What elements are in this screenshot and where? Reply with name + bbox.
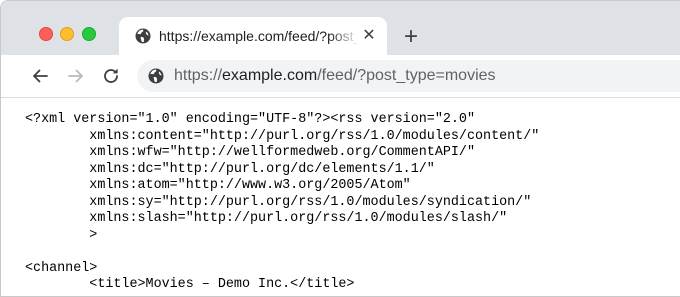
zoom-window-button[interactable] (82, 27, 96, 41)
url-prefix: https:// (174, 67, 223, 84)
xml-line: xmlns:atom="http://www.w3.org/2005/Atom" (25, 178, 411, 193)
reload-icon[interactable] (101, 66, 121, 86)
xml-line: xmlns:sy="http://purl.org/rss/1.0/module… (25, 194, 532, 210)
tab-strip: https://example.com/feed/?post_type=movi… (1, 1, 680, 55)
close-window-button[interactable] (39, 27, 53, 41)
xml-line (25, 244, 539, 261)
site-info-globe-icon[interactable] (148, 68, 164, 84)
xml-line: xmlns:dc="http://purl.org/dc/elements/1.… (25, 161, 435, 177)
url-text[interactable]: https://example.com/feed/?post_type=movi… (174, 66, 496, 86)
page-content: <?xml version="1.0" encoding="UTF-8"?><r… (1, 98, 680, 296)
arrow-right-icon[interactable] (66, 66, 86, 86)
xml-source: <?xml version="1.0" encoding="UTF-8"?><r… (25, 112, 539, 294)
xml-line: <title>Movies – Demo Inc.</title> (25, 277, 355, 292)
browser-window: https://example.com/feed/?post_type=movi… (0, 0, 680, 297)
url-host: example.com (222, 67, 318, 84)
xml-line: <?xml version="1.0" encoding="UTF-8"?><r… (25, 112, 475, 127)
toolbar: https://example.com/feed/?post_type=movi… (1, 55, 680, 98)
xml-line: xmlns:content="http://purl.org/rss/1.0/m… (25, 128, 540, 144)
xml-line: xmlns:wfw="http://wellformedweb.org/Comm… (25, 145, 475, 160)
address-bar[interactable]: https://example.com/feed/?post_type=movi… (137, 60, 680, 92)
minimize-window-button[interactable] (60, 27, 74, 41)
close-icon[interactable]: ✕ (361, 28, 377, 44)
xml-line: <channel> (25, 260, 98, 276)
tab-title: https://example.com/feed/?post_type=movi… (159, 28, 359, 44)
arrow-left-icon[interactable] (30, 66, 50, 86)
xml-line: > (25, 227, 98, 243)
url-path: /feed/?post_type=movies (317, 67, 496, 84)
globe-icon (135, 28, 151, 44)
xml-line: xmlns:slash="http://purl.org/rss/1.0/mod… (25, 211, 508, 226)
tab-active[interactable]: https://example.com/feed/?post_type=movi… (119, 17, 387, 55)
new-tab-button[interactable]: + (400, 25, 422, 49)
